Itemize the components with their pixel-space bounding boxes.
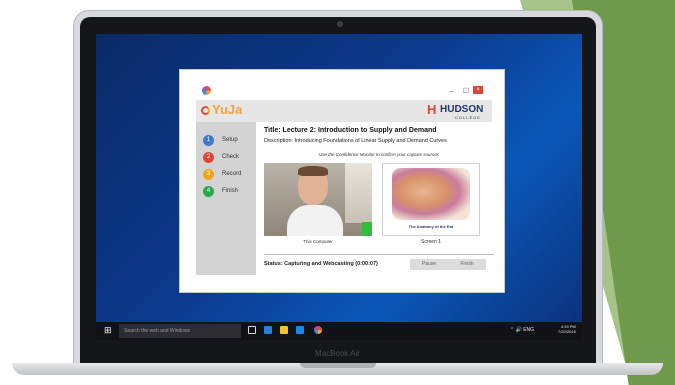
webcam-person-hair	[298, 166, 328, 176]
screen-content-caption: The Anatomy of the Ear	[408, 224, 454, 229]
step-number-badge: 2	[203, 152, 214, 163]
yuja-taskbar-icon[interactable]	[314, 326, 322, 334]
system-tray[interactable]: ⌃ 🔊 ENG	[510, 327, 534, 333]
step-label: Record	[222, 171, 242, 177]
webcam-background-shelf	[345, 163, 372, 223]
laptop-base-notch	[300, 363, 376, 368]
step-number-badge: 4	[203, 186, 214, 197]
pause-button[interactable]: Pause	[410, 259, 448, 270]
webcam-person-body	[287, 205, 343, 236]
lecture-description: Description: Introducing Foundations of …	[264, 138, 447, 144]
lecture-title: Title: Lecture 2: Introduction to Supply…	[264, 127, 437, 134]
close-button[interactable]: ×	[473, 86, 483, 94]
laptop-camera	[337, 21, 343, 27]
step-label: Setup	[222, 137, 238, 143]
ear-anatomy-image	[392, 168, 470, 220]
step-label: Check	[222, 154, 240, 160]
capture-status: Status: Capturing and Webcasting (0:00:0…	[264, 261, 378, 267]
divider	[264, 254, 494, 255]
yuja-logo-icon	[201, 106, 210, 115]
step-setup[interactable]: 1 Setup	[203, 135, 259, 147]
windows-start-icon[interactable]: ⊞	[104, 326, 113, 335]
taskbar-clock[interactable]: 4:39 PM 7/22/2015	[558, 324, 576, 334]
confidence-monitor-instruction: Use the Confidence Monitor to confirm yo…	[318, 152, 440, 157]
step-record[interactable]: 3 Record	[203, 169, 259, 181]
step-number-badge: 3	[203, 169, 214, 180]
taskbar-search-input[interactable]: Search the web and Windows	[119, 324, 241, 338]
yuja-app-icon	[202, 86, 211, 95]
store-icon[interactable]	[296, 326, 304, 334]
finish-button[interactable]: Finish	[448, 259, 486, 270]
step-check[interactable]: 2 Check	[203, 152, 259, 164]
laptop-brand-label: MacBook Air	[315, 349, 360, 358]
audio-level-indicator	[362, 222, 372, 236]
hudson-logo-icon: H	[427, 102, 437, 117]
camera-source-label: This Computer	[303, 239, 333, 244]
edge-browser-icon[interactable]	[264, 326, 272, 334]
step-label: Finish	[222, 188, 239, 194]
step-number-badge: 1	[203, 135, 214, 146]
file-explorer-icon[interactable]	[280, 326, 288, 334]
institution-subtitle: COLLEGE	[455, 115, 481, 120]
task-view-icon[interactable]	[248, 326, 256, 334]
clock-date: 7/22/2015	[558, 329, 576, 334]
screen-source-label: Screen 1	[420, 239, 441, 245]
institution-name: HUDSON	[440, 104, 484, 115]
window-controls[interactable]: – ☐	[449, 87, 473, 95]
step-finish[interactable]: 4 Finish	[203, 186, 259, 198]
yuja-logo-text: YuJa	[212, 102, 243, 117]
